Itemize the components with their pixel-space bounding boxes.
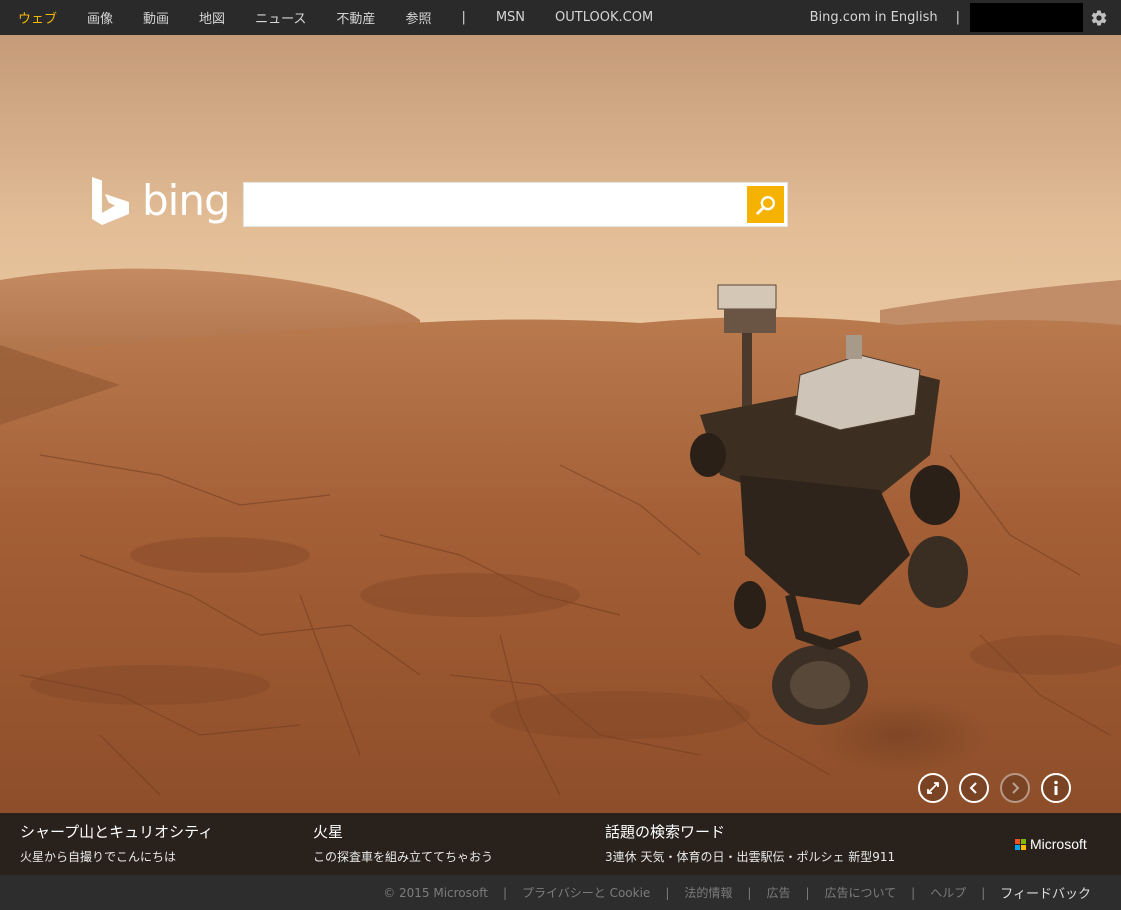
account-area[interactable] — [970, 3, 1083, 32]
fullscreen-button[interactable] — [918, 773, 948, 803]
hotspot-item-3[interactable]: 話題の検索ワード 3連休 天気・体育の日・出雲駅伝・ポルシェ 新型911 — [605, 821, 895, 865]
bing-wordmark: bing — [142, 176, 231, 225]
footer-link-legal[interactable]: 法的情報 — [684, 884, 732, 901]
top-nav-bar: ウェブ 画像 動画 地図 ニュース 不動産 参照 | MSN OUTLOOK.C… — [0, 0, 1121, 35]
english-language-link[interactable]: Bing.com in English — [810, 10, 938, 25]
header-right: Bing.com in English | — [810, 0, 1121, 35]
hotspot-title: 火星 — [313, 823, 344, 841]
background-image — [0, 35, 1121, 813]
footer: © 2015 Microsoft | プライバシーと Cookie | 法的情報… — [0, 875, 1121, 910]
footer-link-help[interactable]: ヘルプ — [930, 884, 966, 901]
nav-item-reference[interactable]: 参照 — [405, 8, 431, 27]
footer-link-feedback[interactable]: フィードバック — [1000, 883, 1091, 902]
nav-item-real-estate[interactable]: 不動産 — [336, 8, 375, 27]
hotspot-subtitle: 火星から自撮りでこんにちは — [20, 850, 177, 864]
nav-item-videos[interactable]: 動画 — [143, 8, 169, 27]
image-controls — [918, 773, 1082, 803]
hotspot-title: シャープ山とキュリオシティ — [20, 823, 214, 841]
fullscreen-icon — [927, 782, 939, 794]
footer-separator: | — [911, 885, 916, 900]
nav-item-news[interactable]: ニュース — [255, 8, 306, 27]
scope-nav: ウェブ 画像 動画 地図 ニュース 不動産 参照 | MSN OUTLOOK.C… — [0, 0, 683, 35]
footer-separator: | — [502, 885, 508, 900]
footer-link-advertise[interactable]: 広告 — [766, 884, 790, 901]
bing-b-logo-icon — [92, 177, 129, 225]
gear-icon[interactable] — [1089, 8, 1109, 28]
footer-separator: | — [805, 885, 810, 900]
footer-separator: | — [665, 885, 670, 900]
nav-item-maps[interactable]: 地図 — [199, 8, 225, 27]
nav-item-web[interactable]: ウェブ — [18, 8, 57, 27]
footer-link-privacy[interactable]: プライバシーと Cookie — [522, 884, 650, 901]
hotspot-title: 話題の検索ワード — [605, 823, 726, 841]
nav-item-msn[interactable]: MSN — [496, 10, 525, 25]
search-box — [243, 182, 788, 227]
hotspot-strip: シャープ山とキュリオシティ 火星から自撮りでこんにちは 火星 この探査車を組み立… — [0, 813, 1121, 875]
bing-logo[interactable]: bing — [90, 175, 231, 227]
next-image-button[interactable] — [1000, 773, 1030, 803]
footer-separator: | — [747, 885, 752, 900]
info-button[interactable] — [1041, 773, 1071, 803]
mars-landscape-illustration — [0, 35, 1121, 813]
next-icon — [1012, 782, 1020, 794]
header-separator: | — [955, 10, 960, 25]
microsoft-wordmark: Microsoft — [1030, 836, 1087, 852]
microsoft-logo[interactable]: Microsoft — [1015, 836, 1087, 852]
search-button[interactable] — [747, 186, 784, 223]
nav-separator: | — [461, 10, 466, 25]
previous-icon — [969, 782, 977, 794]
hotspot-item-1[interactable]: シャープ山とキュリオシティ 火星から自撮りでこんにちは — [20, 821, 213, 865]
footer-separator: | — [981, 885, 986, 900]
info-icon — [1054, 780, 1058, 795]
nav-item-images[interactable]: 画像 — [87, 8, 113, 27]
search-icon — [755, 195, 775, 215]
hotspot-subtitle: この探査車を組み立ててちゃおう — [313, 850, 494, 864]
hotspot-item-2[interactable]: 火星 この探査車を組み立ててちゃおう — [313, 821, 493, 865]
previous-image-button[interactable] — [959, 773, 989, 803]
hotspot-subtitle: 3連休 天気・体育の日・出雲駅伝・ポルシェ 新型911 — [605, 850, 896, 864]
copyright-text: © 2015 Microsoft — [383, 885, 488, 900]
microsoft-logo-icon — [1015, 838, 1026, 850]
nav-item-outlook[interactable]: OUTLOOK.COM — [555, 10, 653, 25]
footer-link-about-ads[interactable]: 広告について — [825, 884, 897, 901]
search-input[interactable] — [244, 183, 744, 226]
